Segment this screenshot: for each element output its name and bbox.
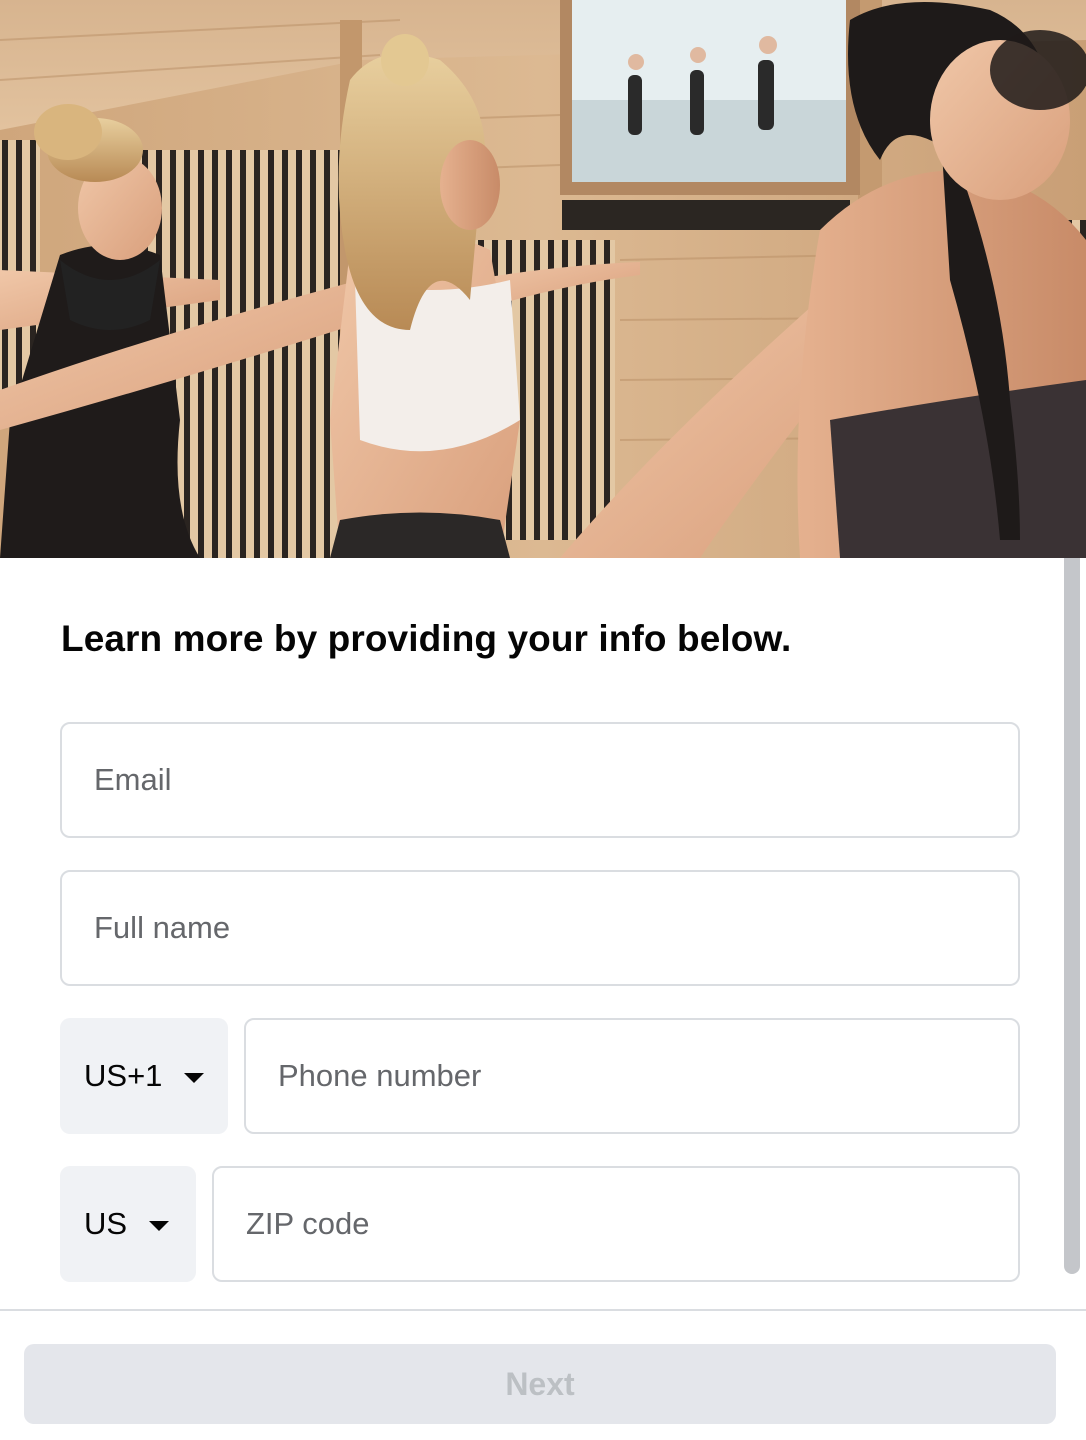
email-input[interactable] xyxy=(62,724,1018,836)
phone-country-code-select[interactable]: US+1 xyxy=(60,1018,228,1134)
email-field[interactable] xyxy=(60,722,1020,838)
phone-field[interactable] xyxy=(244,1018,1020,1134)
phone-input[interactable] xyxy=(246,1020,1018,1132)
hero-image xyxy=(0,0,1086,558)
full-name-input[interactable] xyxy=(62,872,1018,984)
caret-down-icon xyxy=(149,1221,170,1231)
full-name-field[interactable] xyxy=(60,870,1020,986)
form-heading: Learn more by providing your info below. xyxy=(61,618,792,659)
form-scrollbar[interactable] xyxy=(1064,558,1080,1274)
zip-country-select[interactable]: US xyxy=(60,1166,196,1282)
zip-field[interactable] xyxy=(212,1166,1020,1282)
zip-input[interactable] xyxy=(214,1168,1018,1280)
phone-country-code-label: US+1 xyxy=(84,1058,163,1093)
zip-country-label: US xyxy=(84,1206,128,1241)
next-button[interactable]: Next xyxy=(24,1344,1056,1424)
footer-divider xyxy=(0,1309,1086,1311)
caret-down-icon xyxy=(184,1073,205,1083)
